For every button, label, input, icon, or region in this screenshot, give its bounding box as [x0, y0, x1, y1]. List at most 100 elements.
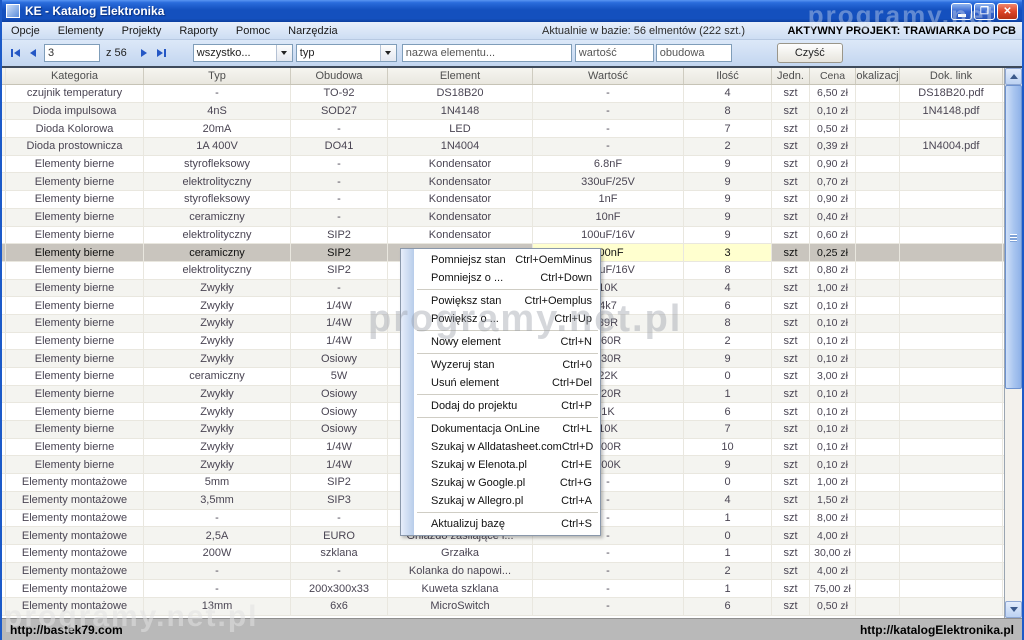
author-link[interactable]: http://bastek79.com	[10, 623, 123, 637]
table-cell-kategoria[interactable]: Dioda Kolorowa	[6, 120, 144, 137]
column-header-lokalizacja[interactable]: Lokalizacja	[856, 68, 900, 84]
table-row[interactable]: Elementy montażowe200WszklanaGrzałka-1sz…	[2, 545, 1004, 563]
table-cell-cena[interactable]: 4,00 zł	[810, 563, 856, 580]
table-cell-kategoria[interactable]: Elementy bierne	[6, 156, 144, 173]
table-cell-kategoria[interactable]: Elementy montażowe	[6, 563, 144, 580]
table-cell-cena[interactable]: 0,80 zł	[810, 262, 856, 279]
table-cell-ilosc[interactable]: 4	[684, 492, 772, 509]
table-cell-lokalizacja[interactable]	[856, 227, 900, 244]
table-cell-obudowa[interactable]: 1/4W	[291, 439, 388, 456]
table-cell-cena[interactable]: 0,50 zł	[810, 598, 856, 615]
table-cell-obudowa[interactable]: szklana	[291, 545, 388, 562]
table-cell-ilosc[interactable]: 9	[684, 156, 772, 173]
close-button[interactable]: ✕	[997, 3, 1018, 20]
table-cell-wartosc[interactable]: 330uF/25V	[533, 173, 684, 190]
context-menu-item[interactable]: Usuń elementCtrl+Del	[401, 374, 600, 392]
table-cell-typ[interactable]: Zwykły	[144, 456, 291, 473]
table-cell-lokalizacja[interactable]	[856, 315, 900, 332]
table-cell-cena[interactable]: 0,60 zł	[810, 227, 856, 244]
table-cell-wartosc[interactable]: -	[533, 563, 684, 580]
table-cell-jedn[interactable]: szt	[772, 492, 810, 509]
table-cell-jedn[interactable]: szt	[772, 191, 810, 208]
table-cell-obudowa[interactable]: 1/4W	[291, 456, 388, 473]
table-cell-ilosc[interactable]: 7	[684, 421, 772, 438]
table-cell-lokalizacja[interactable]	[856, 350, 900, 367]
table-cell-jedn[interactable]: szt	[772, 156, 810, 173]
table-cell-kategoria[interactable]: Elementy bierne	[6, 439, 144, 456]
table-cell-jedn[interactable]: szt	[772, 598, 810, 615]
table-cell-kategoria[interactable]: Elementy bierne	[6, 244, 144, 261]
table-cell-dok_link[interactable]	[900, 580, 1003, 597]
table-row[interactable]: Elementy biernestyrofleksowy-Kondensator…	[2, 191, 1004, 209]
table-cell-typ[interactable]: Zwykły	[144, 297, 291, 314]
table-cell-obudowa[interactable]: 5W	[291, 368, 388, 385]
table-cell-kategoria[interactable]: Elementy montażowe	[6, 545, 144, 562]
table-cell-kategoria[interactable]: Elementy bierne	[6, 227, 144, 244]
table-cell-cena[interactable]: 0,10 zł	[810, 103, 856, 120]
table-cell-wartosc[interactable]: -	[533, 580, 684, 597]
table-cell-kategoria[interactable]: Elementy bierne	[6, 191, 144, 208]
table-cell-obudowa[interactable]: SOD27	[291, 103, 388, 120]
table-cell-cena[interactable]: 1,00 zł	[810, 280, 856, 297]
table-cell-element[interactable]: Kondensator	[388, 209, 533, 226]
table-cell-kategoria[interactable]: Elementy bierne	[6, 456, 144, 473]
table-cell-dok_link[interactable]	[900, 403, 1003, 420]
menubar-item-opcje[interactable]: Opcje	[2, 25, 49, 37]
table-cell-lokalizacja[interactable]	[856, 191, 900, 208]
menubar-item-pomoc[interactable]: Pomoc	[227, 25, 279, 37]
table-cell-jedn[interactable]: szt	[772, 138, 810, 155]
scroll-up-button[interactable]	[1005, 68, 1022, 85]
table-cell-cena[interactable]: 30,00 zł	[810, 545, 856, 562]
table-cell-cena[interactable]: 0,10 zł	[810, 350, 856, 367]
table-cell-kategoria[interactable]: Elementy bierne	[6, 315, 144, 332]
table-cell-lokalizacja[interactable]	[856, 297, 900, 314]
table-cell-dok_link[interactable]: 1N4004.pdf	[900, 138, 1003, 155]
table-cell-kategoria[interactable]: Elementy bierne	[6, 350, 144, 367]
table-cell-kategoria[interactable]: czujnik temperatury	[6, 85, 144, 102]
table-cell-cena[interactable]: 0,50 zł	[810, 120, 856, 137]
context-menu-item[interactable]: Szukaj w Alldatasheet.comCtrl+D	[401, 438, 600, 456]
table-cell-lokalizacja[interactable]	[856, 545, 900, 562]
table-cell-cena[interactable]: 0,90 zł	[810, 156, 856, 173]
table-cell-cena[interactable]: 75,00 zł	[810, 580, 856, 597]
table-cell-dok_link[interactable]: DS18B20.pdf	[900, 85, 1003, 102]
table-cell-jedn[interactable]: szt	[772, 563, 810, 580]
table-cell-ilosc[interactable]: 1	[684, 580, 772, 597]
table-cell-wartosc[interactable]: -	[533, 598, 684, 615]
table-row[interactable]: Elementy montażowe-200x300x33Kuweta szkl…	[2, 580, 1004, 598]
table-cell-jedn[interactable]: szt	[772, 244, 810, 261]
table-cell-cena[interactable]: 6,50 zł	[810, 85, 856, 102]
table-row[interactable]: Elementy bierneelektrolitycznySIP2Konden…	[2, 227, 1004, 245]
table-cell-ilosc[interactable]: 9	[684, 227, 772, 244]
column-header-typ[interactable]: Typ	[144, 68, 291, 84]
table-cell-lokalizacja[interactable]	[856, 173, 900, 190]
table-cell-element[interactable]: Kondensator	[388, 156, 533, 173]
table-cell-cena[interactable]: 4,00 zł	[810, 527, 856, 544]
table-cell-lokalizacja[interactable]	[856, 280, 900, 297]
table-cell-kategoria[interactable]: Elementy montażowe	[6, 580, 144, 597]
table-cell-typ[interactable]: styrofleksowy	[144, 156, 291, 173]
table-cell-wartosc[interactable]: -	[533, 85, 684, 102]
table-cell-ilosc[interactable]: 10	[684, 439, 772, 456]
table-cell-dok_link[interactable]	[900, 315, 1003, 332]
table-cell-kategoria[interactable]: Elementy montażowe	[6, 598, 144, 615]
table-cell-element[interactable]: Kondensator	[388, 173, 533, 190]
table-cell-wartosc[interactable]: -	[533, 545, 684, 562]
table-cell-lokalizacja[interactable]	[856, 474, 900, 491]
table-cell-lokalizacja[interactable]	[856, 262, 900, 279]
table-cell-cena[interactable]: 0,10 zł	[810, 386, 856, 403]
table-cell-typ[interactable]: elektrolityczny	[144, 262, 291, 279]
table-cell-typ[interactable]: -	[144, 85, 291, 102]
table-cell-typ[interactable]: Zwykły	[144, 280, 291, 297]
table-cell-lokalizacja[interactable]	[856, 85, 900, 102]
table-cell-obudowa[interactable]: SIP3	[291, 492, 388, 509]
table-cell-kategoria[interactable]: Elementy bierne	[6, 280, 144, 297]
table-cell-dok_link[interactable]	[900, 297, 1003, 314]
table-cell-dok_link[interactable]	[900, 173, 1003, 190]
table-cell-jedn[interactable]: szt	[772, 262, 810, 279]
table-cell-jedn[interactable]: szt	[772, 510, 810, 527]
table-cell-dok_link[interactable]	[900, 492, 1003, 509]
table-cell-dok_link[interactable]	[900, 333, 1003, 350]
table-cell-ilosc[interactable]: 1	[684, 545, 772, 562]
context-menu-item[interactable]: Dodaj do projektuCtrl+P	[401, 397, 600, 415]
